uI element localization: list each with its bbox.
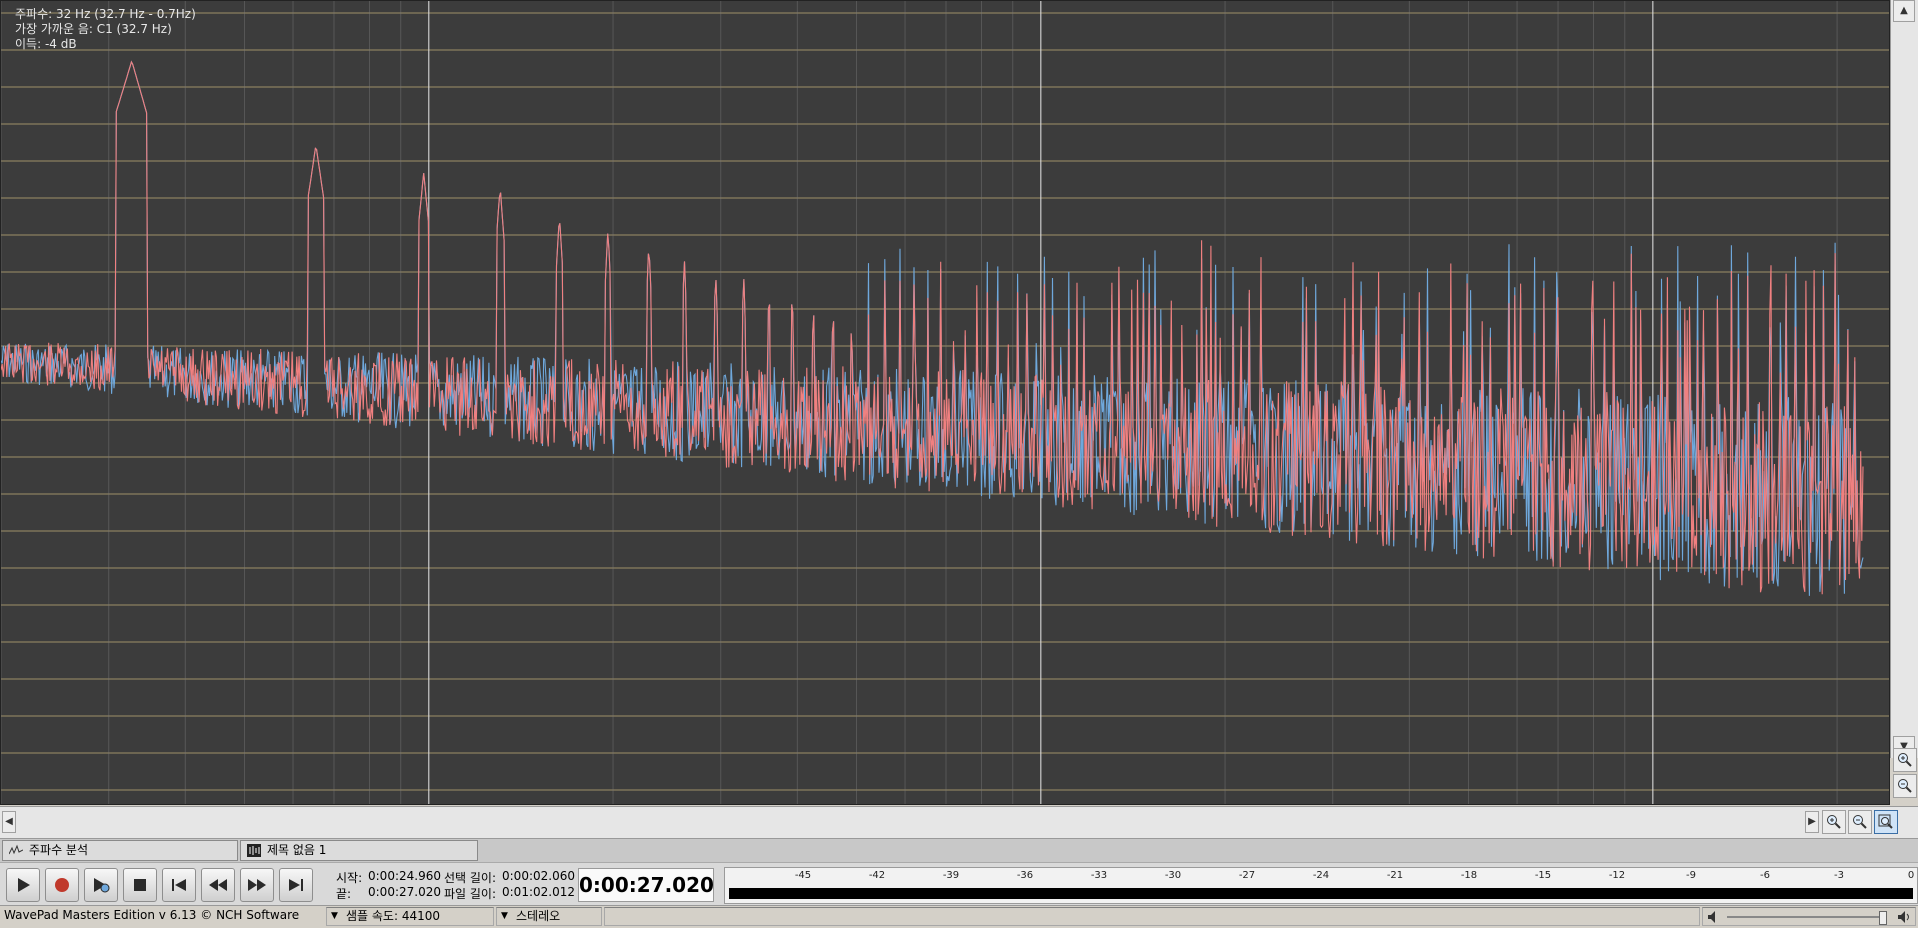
scrub-icon xyxy=(94,878,110,893)
status-message-field xyxy=(604,907,1700,926)
tab-frequency-analysis[interactable]: 주파수 분석 xyxy=(2,840,238,861)
spectrum-chart xyxy=(1,1,1889,804)
meter-tick-label: -33 xyxy=(1090,870,1108,881)
meter-tick-label: -24 xyxy=(1312,870,1330,881)
selection-length-label: 선택 길이: xyxy=(444,871,497,885)
zoom-out-horizontal-button[interactable] xyxy=(1848,810,1872,834)
file-length-value: 0:01:02.012 xyxy=(502,885,575,899)
zoom-fit-icon xyxy=(1878,814,1893,829)
record-button[interactable] xyxy=(45,868,79,902)
play-icon xyxy=(18,878,30,892)
zoom-out-icon xyxy=(1898,779,1912,793)
level-meter: -45 -42 -39 -36 -33 -30 -27 -24 -21 -18 -15 -12 -9 -6… xyxy=(724,867,1918,904)
app-version-text: WavePad Masters Edition v 6.13 © NCH Sof… xyxy=(4,908,300,922)
frequency-spectrum-plot[interactable]: 주파수: 32 Hz (32.7 Hz - 0.7Hz) 가장 가까운 음: C… xyxy=(0,0,1890,805)
meter-tick-label: -6 xyxy=(1760,870,1770,881)
zoom-in-horizontal-button[interactable] xyxy=(1822,810,1846,834)
skip-start-icon xyxy=(172,879,186,891)
meter-tick-label: -27 xyxy=(1238,870,1256,881)
dropdown-arrow-icon: ▼ xyxy=(501,911,508,921)
status-bar: WavePad Masters Edition v 6.13 © NCH Sof… xyxy=(0,905,1918,928)
zoom-in-vertical-button[interactable] xyxy=(1893,748,1917,772)
end-time-value: 0:00:27.020 xyxy=(368,885,441,899)
gain-readout: 이득: -4 dB xyxy=(15,37,77,51)
rewind-button[interactable] xyxy=(201,868,235,902)
file-length-label: 파일 길이: xyxy=(444,887,497,901)
stop-button[interactable] xyxy=(123,868,157,902)
meter-tick-label: -18 xyxy=(1460,870,1478,881)
meter-tick-label: -15 xyxy=(1534,870,1552,881)
document-tab-bar: 주파수 분석 제목 없음 1 xyxy=(0,838,1918,862)
meter-tick-label: -12 xyxy=(1608,870,1626,881)
scroll-right-icon[interactable]: ▶ xyxy=(1805,811,1819,833)
meter-tick-label: -3 xyxy=(1834,870,1844,881)
horizontal-scrollbar[interactable]: ◀ ▶ xyxy=(0,806,1918,838)
sample-rate-value: 샘플 속도: 44100 xyxy=(346,909,441,923)
meter-tick-label: -9 xyxy=(1686,870,1696,881)
meter-tick-label: -30 xyxy=(1164,870,1182,881)
vertical-scrollbar[interactable]: ▲ ▼ xyxy=(1890,0,1918,758)
zoom-in-icon xyxy=(1898,753,1912,767)
dropdown-arrow-icon: ▼ xyxy=(331,911,338,921)
scrub-button[interactable] xyxy=(84,868,118,902)
skip-end-icon xyxy=(289,879,303,891)
go-to-end-button[interactable] xyxy=(279,868,313,902)
selection-length-value: 0:00:02.060 xyxy=(502,869,575,883)
transport-toolbar: 시작: 0:00:24.960 끝: 0:00:27.020 선택 길이: 0:… xyxy=(0,862,1918,905)
zoom-out-vertical-button[interactable] xyxy=(1893,774,1917,798)
meter-tick-label: -45 xyxy=(794,870,812,881)
play-button[interactable] xyxy=(6,868,40,902)
meter-tick-label: -39 xyxy=(942,870,960,881)
spectrum-icon xyxy=(9,844,23,855)
volume-slider-thumb[interactable] xyxy=(1879,911,1887,925)
fast-forward-button[interactable] xyxy=(240,868,274,902)
start-time-value: 0:00:24.960 xyxy=(368,869,441,883)
volume-slider-track[interactable] xyxy=(1727,916,1885,918)
channels-value: 스테레오 xyxy=(516,909,561,923)
scroll-left-icon[interactable]: ◀ xyxy=(2,811,16,833)
meter-tick-label: -21 xyxy=(1386,870,1404,881)
volume-control[interactable] xyxy=(1702,907,1916,926)
scroll-up-icon[interactable]: ▲ xyxy=(1893,0,1915,22)
go-to-start-button[interactable] xyxy=(162,868,196,902)
stop-icon xyxy=(134,879,146,891)
start-label: 시작: xyxy=(336,871,363,885)
zoom-out-icon xyxy=(1853,815,1867,829)
plot-background xyxy=(1,1,1889,804)
meter-tick-label: 0 xyxy=(1907,870,1915,881)
frequency-readout: 주파수: 32 Hz (32.7 Hz - 0.7Hz) xyxy=(15,7,196,21)
speaker-icon xyxy=(1708,911,1715,923)
zoom-fit-button[interactable] xyxy=(1874,810,1898,834)
rewind-icon xyxy=(209,879,227,891)
meter-tick-label: -42 xyxy=(868,870,886,881)
end-label: 끝: xyxy=(336,887,352,901)
speaker-loud-icon xyxy=(1898,911,1909,923)
record-icon xyxy=(55,878,69,892)
tab-label: 제목 없음 1 xyxy=(267,843,327,857)
tab-label: 주파수 분석 xyxy=(29,843,89,857)
meter-tick-label: -36 xyxy=(1016,870,1034,881)
level-meter-bar xyxy=(729,888,1913,899)
fast-forward-icon xyxy=(248,879,266,891)
waveform-icon xyxy=(247,844,261,857)
zoom-in-icon xyxy=(1827,815,1841,829)
current-time-display: 0:00:27.020 xyxy=(578,868,714,902)
tab-untitled-1[interactable]: 제목 없음 1 xyxy=(240,840,478,861)
nearest-note-readout: 가장 가까운 음: C1 (32.7 Hz) xyxy=(15,22,172,36)
sample-rate-dropdown[interactable]: ▼ 샘플 속도: 44100 xyxy=(326,907,494,926)
channels-dropdown[interactable]: ▼ 스테레오 xyxy=(496,907,602,926)
